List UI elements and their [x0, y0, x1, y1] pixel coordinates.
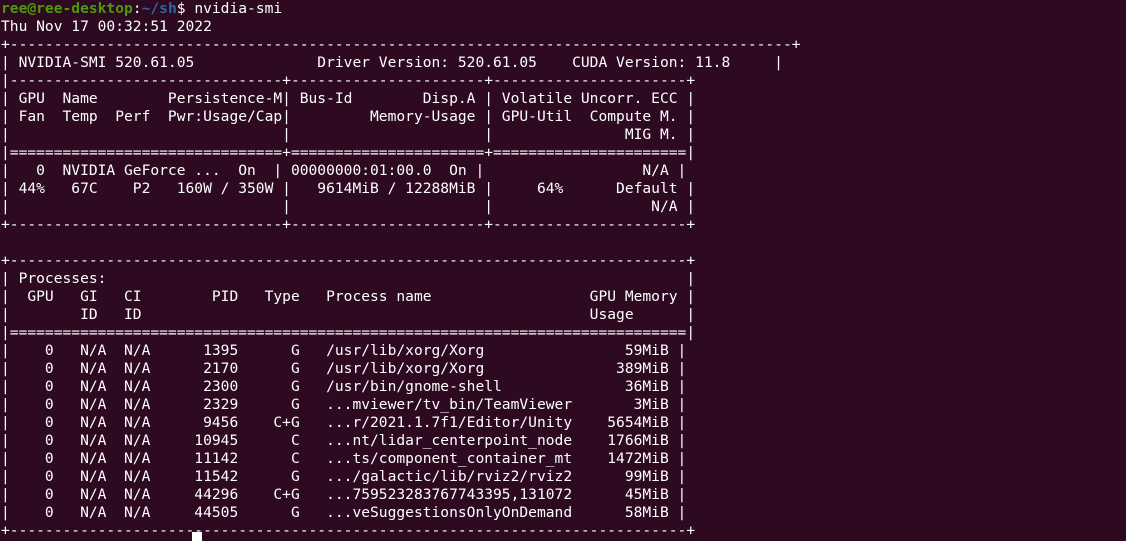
gpu-table-top-border: +---------------------------------------… [0, 36, 1126, 54]
processes-header-separator: |=======================================… [0, 324, 1126, 342]
gpu-row-line-3: | | | N/A | [0, 198, 1126, 216]
process-row: | 0 N/A N/A 1395 G /usr/lib/xorg/Xorg 59… [0, 342, 1126, 360]
process-row: | 0 N/A N/A 2329 G ...mviewer/tv_bin/Tea… [0, 396, 1126, 414]
gpu-table-header-line-2: | Fan Temp Perf Pwr:Usage/Cap| Memory-Us… [0, 108, 1126, 126]
process-row: | 0 N/A N/A 2170 G /usr/lib/xorg/Xorg 38… [0, 360, 1126, 378]
process-row: | 0 N/A N/A 9456 C+G ...r/2021.1.7f1/Edi… [0, 414, 1126, 432]
terminal-cursor [192, 532, 202, 541]
processes-title-row: | Processes: | [0, 270, 1126, 288]
gpu-table-header-line-1: | GPU Name Persistence-M| Bus-Id Disp.A … [0, 90, 1126, 108]
prompt-user-host: ree@ree-desktop [1, 0, 133, 17]
processes-header-line-1: | GPU GI CI PID Type Process name GPU Me… [0, 288, 1126, 306]
process-row: | 0 N/A N/A 10945 C ...nt/lidar_centerpo… [0, 432, 1126, 450]
processes-header-line-2: | ID ID Usage | [0, 306, 1126, 324]
blank-line [0, 234, 1126, 252]
gpu-table-header-separator: |===============================+=======… [0, 144, 1126, 162]
nvidia-smi-timestamp: Thu Nov 17 00:32:51 2022 [0, 18, 1126, 36]
gpu-table-header-divider: |-------------------------------+-------… [0, 72, 1126, 90]
gpu-table-bottom-border: +-------------------------------+-------… [0, 216, 1126, 234]
processes-table-top-border: +---------------------------------------… [0, 252, 1126, 270]
gpu-table-header-line-3: | | | MIG M. | [0, 126, 1126, 144]
nvidia-smi-header-row: | NVIDIA-SMI 520.61.05 Driver Version: 5… [0, 54, 1126, 72]
prompt-path: ~/sh [142, 0, 177, 17]
shell-command: nvidia-smi [194, 0, 282, 17]
gpu-row-line-2: | 44% 67C P2 160W / 350W | 9614MiB / 122… [0, 180, 1126, 198]
process-row: | 0 N/A N/A 11142 C ...ts/component_cont… [0, 450, 1126, 468]
processes-table-bottom-border: +---------------------------------------… [0, 522, 1126, 540]
prompt-sigil: $ [177, 0, 195, 17]
process-row: | 0 N/A N/A 44296 C+G ...759523283767743… [0, 486, 1126, 504]
terminal-window[interactable]: ree@ree-desktop:~/sh$ nvidia-smi Thu Nov… [0, 0, 1126, 541]
process-row: | 0 N/A N/A 2300 G /usr/bin/gnome-shell … [0, 378, 1126, 396]
process-row: | 0 N/A N/A 11542 G .../galactic/lib/rvi… [0, 468, 1126, 486]
process-row: | 0 N/A N/A 44505 G ...veSuggestionsOnly… [0, 504, 1126, 522]
prompt-line: ree@ree-desktop:~/sh$ nvidia-smi [0, 0, 1126, 18]
prompt-separator: : [133, 0, 142, 17]
gpu-row-line-1: | 0 NVIDIA GeForce ... On | 00000000:01:… [0, 162, 1126, 180]
